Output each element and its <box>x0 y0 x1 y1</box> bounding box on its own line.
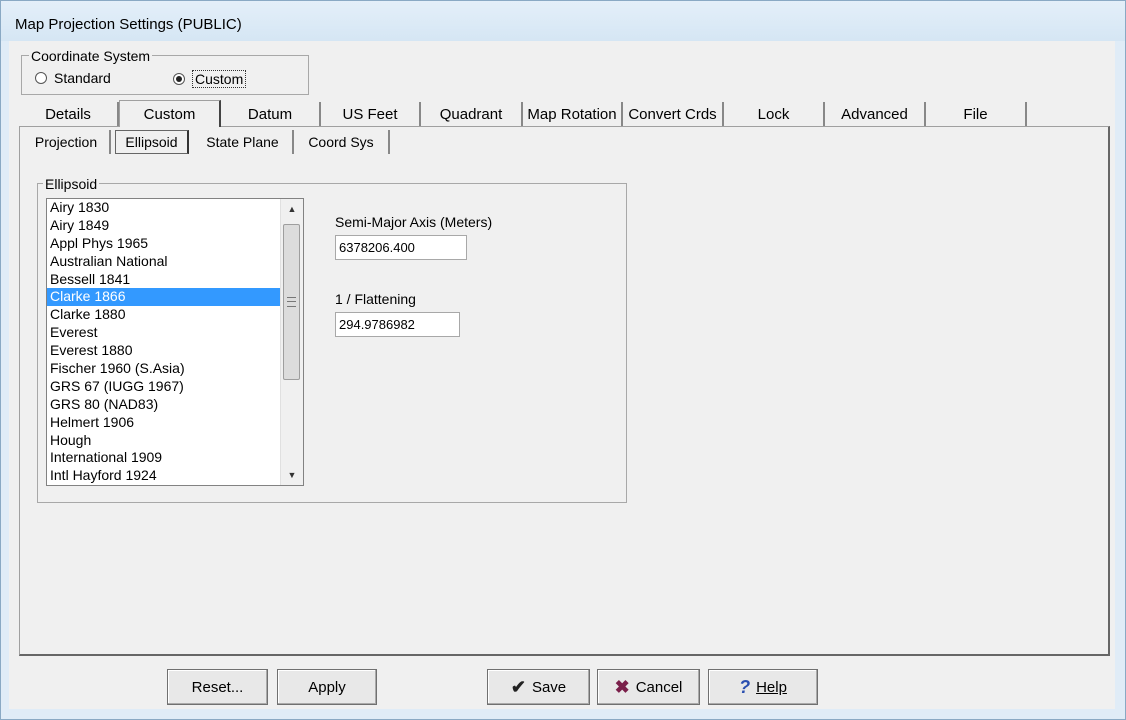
listbox-scrollbar[interactable]: ▲ ▼ <box>280 199 303 485</box>
tab-file[interactable]: File <box>926 102 1027 126</box>
radio-custom-circle[interactable] <box>173 73 185 85</box>
list-item[interactable]: Clarke 1866 <box>47 288 281 307</box>
tab-map-rotation[interactable]: Map Rotation <box>523 102 623 126</box>
help-button-label: Help <box>756 678 787 696</box>
scroll-down-arrow-icon[interactable]: ▼ <box>281 465 303 485</box>
tab-convert-crds[interactable]: Convert Crds <box>623 102 724 126</box>
reset-button-label: Reset... <box>191 678 244 696</box>
tab-datum-label: Datum <box>247 105 293 123</box>
subtab-ellipsoid-label: Ellipsoid <box>125 134 178 150</box>
radio-custom[interactable]: Custom <box>173 70 247 88</box>
main-window: Map Projection Settings (PUBLIC) Coordin… <box>0 0 1126 720</box>
radio-standard-circle[interactable] <box>35 72 47 84</box>
tab-details[interactable]: Details <box>19 102 119 126</box>
tab-custom[interactable]: Custom <box>119 100 221 127</box>
list-item[interactable]: International 1909 <box>47 449 281 467</box>
list-item[interactable]: Intl Hayford 1924 <box>47 467 281 485</box>
scroll-grip-icon <box>287 297 296 307</box>
tab-convert-crds-label: Convert Crds <box>628 105 717 123</box>
list-item[interactable]: Australian National <box>47 253 281 271</box>
save-button[interactable]: ✔ Save <box>487 669 590 705</box>
tab-details-label: Details <box>45 105 91 123</box>
flattening-input[interactable] <box>335 312 460 337</box>
list-item[interactable]: GRS 67 (IUGG 1967) <box>47 378 281 396</box>
tab-advanced-label: Advanced <box>841 105 908 123</box>
list-item[interactable]: Airy 1830 <box>47 199 281 217</box>
tab-datum[interactable]: Datum <box>221 102 321 126</box>
list-item[interactable]: Clarke 1880 <box>47 306 281 324</box>
radio-standard[interactable]: Standard <box>35 70 111 86</box>
tab-quadrant-label: Quadrant <box>439 105 503 123</box>
ellipsoid-group-label: Ellipsoid <box>43 176 100 192</box>
apply-button-label: Apply <box>308 678 346 696</box>
ellipsoid-list-items: Airy 1830 Airy 1849 Appl Phys 1965 Australi… <box>47 199 303 485</box>
semi-major-axis-label: Semi-Major Axis (Meters) <box>335 214 493 230</box>
radio-custom-label: Custom <box>192 70 247 88</box>
tab-advanced[interactable]: Advanced <box>825 102 926 126</box>
cross-icon: ✖ <box>614 676 630 697</box>
apply-button[interactable]: Apply <box>277 669 377 705</box>
list-item[interactable]: Appl Phys 1965 <box>47 235 281 253</box>
subtab-state-plane[interactable]: State Plane <box>193 130 294 154</box>
subtab-state-plane-label: State Plane <box>206 134 279 150</box>
flattening-label: 1 / Flattening <box>335 291 416 307</box>
cancel-button[interactable]: ✖ Cancel <box>597 669 700 705</box>
subtab-coord-sys[interactable]: Coord Sys <box>294 130 390 154</box>
coordinate-system-label: Coordinate System <box>29 48 153 64</box>
list-item[interactable]: Airy 1849 <box>47 217 281 235</box>
tab-map-rotation-label: Map Rotation <box>527 105 617 123</box>
question-mark-icon: ? <box>739 676 751 697</box>
window-title: Map Projection Settings (PUBLIC) <box>15 16 242 33</box>
reset-button[interactable]: Reset... <box>167 669 268 705</box>
list-item[interactable]: Hough <box>47 432 281 450</box>
radio-standard-label: Standard <box>54 70 111 86</box>
tab-file-label: File <box>963 105 988 123</box>
subtab-projection-label: Projection <box>34 134 98 150</box>
ellipsoid-listbox[interactable]: Airy 1830 Airy 1849 Appl Phys 1965 Australi… <box>46 198 304 486</box>
list-item[interactable]: Bessell 1841 <box>47 271 281 289</box>
list-item[interactable]: Fischer 1960 (S.Asia) <box>47 360 281 378</box>
tab-us-feet-label: US Feet <box>342 105 398 123</box>
list-item[interactable]: Everest 1880 <box>47 342 281 360</box>
scroll-up-arrow-icon[interactable]: ▲ <box>281 199 303 219</box>
tab-us-feet[interactable]: US Feet <box>321 102 421 126</box>
list-item[interactable]: Helmert 1906 <box>47 414 281 432</box>
subtab-coord-sys-label: Coord Sys <box>308 134 374 150</box>
help-button[interactable]: ? Help <box>708 669 818 705</box>
tab-custom-label: Custom <box>143 105 196 123</box>
title-bar[interactable]: Map Projection Settings (PUBLIC) <box>1 1 1125 41</box>
cancel-button-label: Cancel <box>635 678 683 696</box>
list-item[interactable]: Everest <box>47 324 281 342</box>
tab-lock[interactable]: Lock <box>724 102 825 126</box>
subtab-projection[interactable]: Projection <box>23 130 111 154</box>
checkmark-icon: ✔ <box>510 676 526 697</box>
save-button-label: Save <box>531 678 567 696</box>
list-item[interactable]: GRS 80 (NAD83) <box>47 396 281 414</box>
subtab-ellipsoid[interactable]: Ellipsoid <box>115 130 189 154</box>
scroll-thumb[interactable] <box>283 224 300 380</box>
tab-lock-label: Lock <box>757 105 790 123</box>
semi-major-axis-input[interactable] <box>335 235 467 260</box>
tab-quadrant[interactable]: Quadrant <box>421 102 523 126</box>
